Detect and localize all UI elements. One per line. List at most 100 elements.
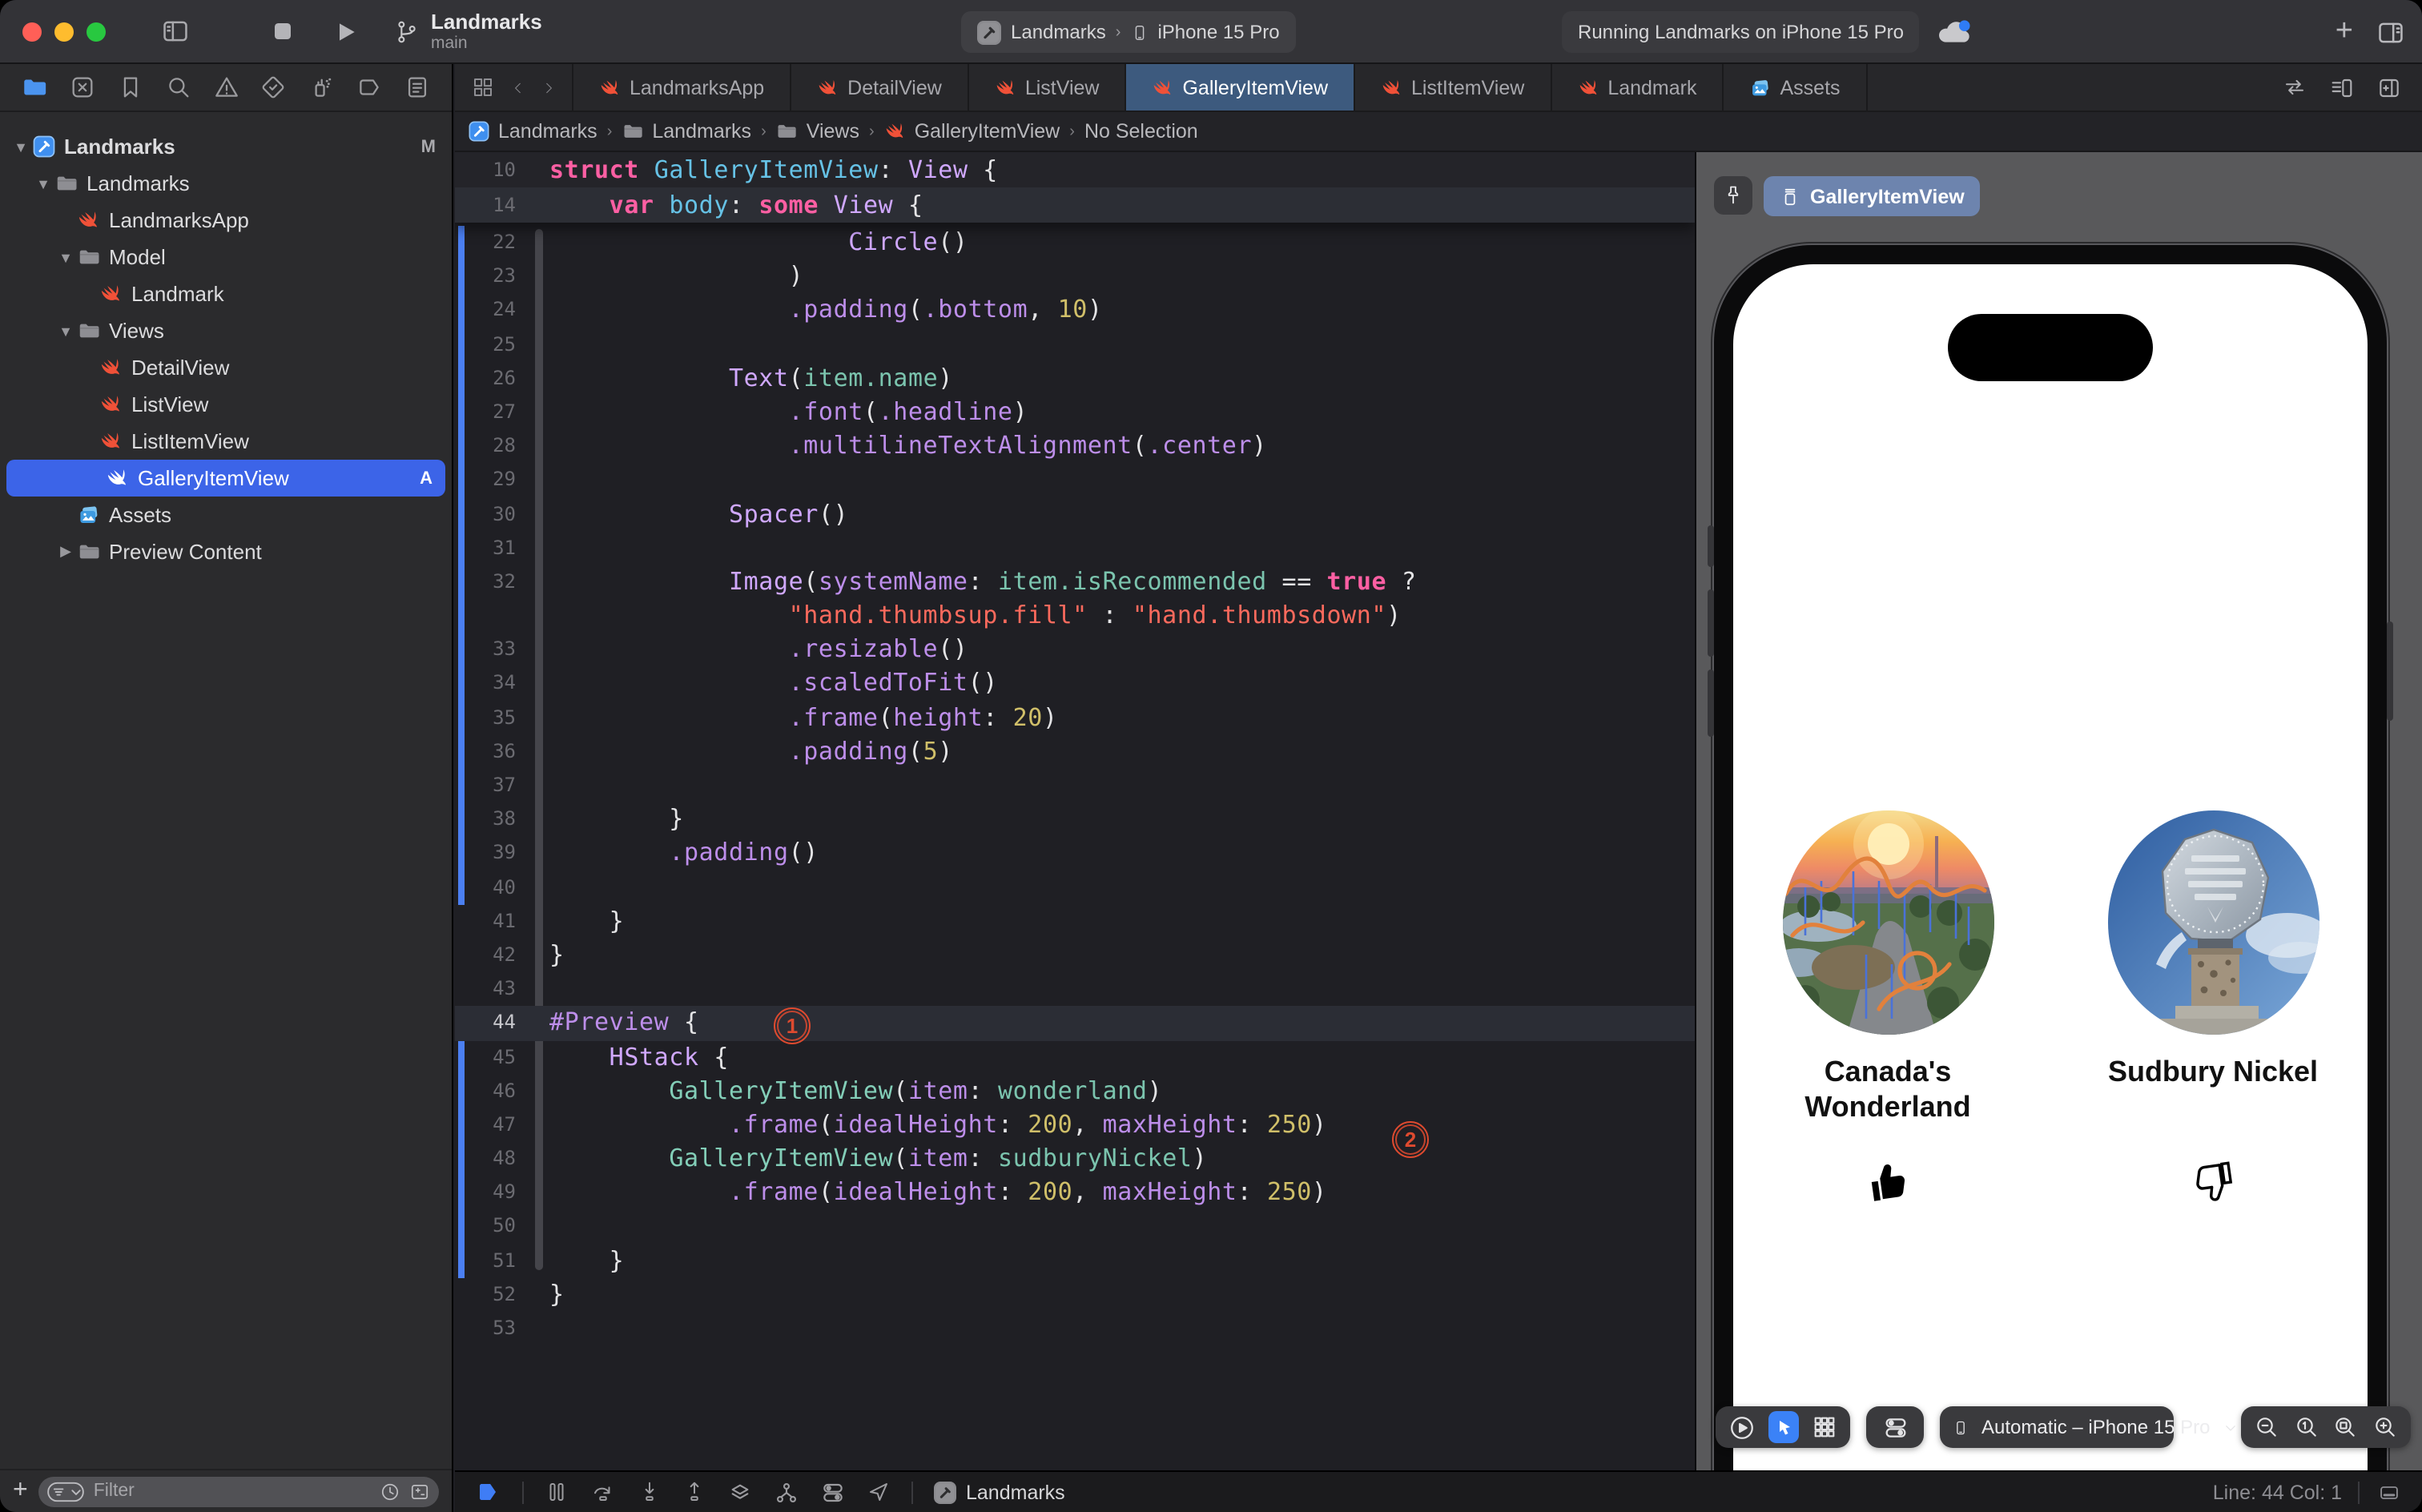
- flags-filter-icon[interactable]: [408, 1481, 431, 1502]
- swap-editor-icon[interactable]: [2281, 75, 2308, 99]
- sidebar-item-listview[interactable]: ListView: [0, 386, 452, 423]
- code-line-48[interactable]: 48 GalleryItemView(item: sudburyNickel): [455, 1142, 1695, 1176]
- disclosure-down-icon[interactable]: ▼: [58, 249, 74, 265]
- issues-icon[interactable]: [212, 74, 239, 101]
- project-navigator-icon[interactable]: [21, 74, 48, 101]
- code-line-wrap[interactable]: "hand.thumbsup.fill" : "hand.thumbsdown"…: [455, 599, 1695, 633]
- sidebar-item-landmarks[interactable]: ▼ Landmarks M: [0, 128, 452, 165]
- step-into-icon[interactable]: [638, 1480, 662, 1504]
- code-line-40[interactable]: 40: [455, 871, 1695, 905]
- tab-detailview[interactable]: DetailView: [791, 64, 969, 111]
- breadcrumb-item[interactable]: Landmarks: [468, 120, 597, 143]
- tab-landmark[interactable]: Landmark: [1551, 64, 1724, 111]
- preview-target-chip[interactable]: GalleryItemView: [1764, 176, 1981, 216]
- zoom-button[interactable]: [86, 22, 106, 41]
- code-line-51[interactable]: 51 }: [455, 1244, 1695, 1279]
- tab-assets[interactable]: Assets: [1724, 64, 1868, 111]
- sidebar-item-galleryitemview[interactable]: GalleryItemView A: [6, 460, 445, 497]
- adjust-editor-options-icon[interactable]: [2327, 74, 2356, 100]
- code-line-26[interactable]: 26 Text(item.name): [455, 361, 1695, 396]
- preview-destination-pill[interactable]: Automatic – iPhone 15 Pro: [1940, 1406, 2235, 1448]
- bookmarks-icon[interactable]: [117, 74, 144, 101]
- breadcrumb-item[interactable]: Landmarks: [622, 120, 751, 143]
- code-line-30[interactable]: 30 Spacer(): [455, 497, 1695, 532]
- breakpoints-toggle-button[interactable]: [474, 1480, 501, 1504]
- filter-menu-icon[interactable]: [47, 1481, 86, 1502]
- scheme-selector[interactable]: Landmarks › iPhone 15 Pro: [961, 11, 1296, 53]
- sidebar-item-model[interactable]: ▼ Model: [0, 239, 452, 275]
- code-line-43[interactable]: 43: [455, 972, 1695, 1006]
- code-line-49[interactable]: 49 .frame(idealHeight: 200, maxHeight: 2…: [455, 1176, 1695, 1211]
- step-out-icon[interactable]: [682, 1480, 706, 1504]
- code-line-50[interactable]: 50: [455, 1209, 1695, 1245]
- tab-galleryitemview[interactable]: GalleryItemView: [1126, 64, 1356, 111]
- zoom-100-button[interactable]: [2293, 1414, 2319, 1440]
- related-items-icon[interactable]: [471, 75, 495, 99]
- disclosure-right-icon[interactable]: ▶: [58, 543, 74, 561]
- filter-field[interactable]: Filter: [38, 1476, 439, 1506]
- view-hierarchy-icon[interactable]: [727, 1479, 753, 1505]
- sidebar-item-assets[interactable]: Assets: [0, 497, 452, 533]
- code-line-33[interactable]: 33 .resizable(): [455, 633, 1695, 668]
- code-line-31[interactable]: 31: [455, 531, 1695, 566]
- zoom-fit-button[interactable]: [2333, 1414, 2359, 1440]
- code-line-34[interactable]: 34 .scaledToFit(): [455, 666, 1695, 702]
- stop-button[interactable]: [271, 19, 295, 43]
- reports-icon[interactable]: [404, 74, 431, 101]
- pause-button[interactable]: [545, 1480, 569, 1504]
- forward-icon[interactable]: [541, 76, 556, 99]
- minimize-button[interactable]: [54, 22, 74, 41]
- code-line-52[interactable]: 52}: [455, 1278, 1695, 1312]
- code-line-29[interactable]: 29: [455, 463, 1695, 498]
- code-line-45[interactable]: 45 HStack {: [455, 1040, 1695, 1075]
- code-line-27[interactable]: 27 .font(.headline): [455, 395, 1695, 430]
- debug-icon[interactable]: [308, 74, 336, 101]
- breadcrumb-item[interactable]: No Selection: [1084, 120, 1198, 143]
- close-button[interactable]: [22, 22, 42, 41]
- code-line-24[interactable]: 24 .padding(.bottom, 10): [455, 293, 1695, 328]
- recents-clock-icon[interactable]: [380, 1481, 400, 1502]
- source-editor[interactable]: 10 struct GalleryItemView: View {14 var b…: [455, 152, 1695, 1470]
- code-line-47[interactable]: 47 .frame(idealHeight: 200, maxHeight: 2…: [455, 1108, 1695, 1143]
- memory-graph-icon[interactable]: [774, 1479, 799, 1505]
- live-preview-button[interactable]: [1728, 1413, 1756, 1441]
- sidebar-item-landmark[interactable]: Landmark: [0, 275, 452, 312]
- disclosure-down-icon[interactable]: ▼: [58, 323, 74, 339]
- tab-listitemview[interactable]: ListItemView: [1355, 64, 1552, 111]
- back-icon[interactable]: [511, 76, 525, 99]
- code-line-10[interactable]: 10 struct GalleryItemView: View {: [455, 152, 1695, 187]
- run-button[interactable]: [333, 18, 359, 44]
- selectable-mode-button[interactable]: [1768, 1411, 1799, 1443]
- sidebar-item-listitemview[interactable]: ListItemView: [0, 423, 452, 460]
- source-control-icon[interactable]: [69, 74, 96, 101]
- sidebar-item-views[interactable]: ▼ Views: [0, 312, 452, 349]
- code-line-37[interactable]: 37: [455, 769, 1695, 803]
- code-line-22[interactable]: 22 Circle(): [455, 226, 1695, 260]
- code-line-46[interactable]: 46 GalleryItemView(item: wonderland): [455, 1074, 1695, 1109]
- code-line-38[interactable]: 38 }: [455, 802, 1695, 838]
- sidebar-item-preview-content[interactable]: ▶ Preview Content: [0, 533, 452, 570]
- disclosure-down-icon[interactable]: ▼: [13, 139, 29, 155]
- keyboard-indicator-icon[interactable]: [2376, 1481, 2403, 1503]
- tab-landmarksapp[interactable]: LandmarksApp: [572, 64, 792, 111]
- code-line-14[interactable]: 14 var body: some View {: [455, 187, 1695, 223]
- code-line-32[interactable]: 32 Image(systemName: item.isRecommended …: [455, 565, 1695, 600]
- toggle-left-sidebar-icon[interactable]: [160, 16, 191, 46]
- code-line-28[interactable]: 28 .multilineTextAlignment(.center): [455, 429, 1695, 464]
- code-line-25[interactable]: 25: [455, 328, 1695, 362]
- simulate-location-icon[interactable]: [867, 1480, 891, 1504]
- tab-listview[interactable]: ListView: [969, 64, 1127, 111]
- add-file-button[interactable]: +: [13, 1477, 28, 1506]
- disclosure-down-icon[interactable]: ▼: [35, 175, 51, 191]
- breakpoints-icon[interactable]: [356, 74, 383, 101]
- add-editor-icon[interactable]: [2376, 74, 2403, 100]
- code-line-41[interactable]: 41 }: [455, 905, 1695, 939]
- code-line-39[interactable]: 39 .padding(): [455, 836, 1695, 871]
- environment-overrides-icon[interactable]: [820, 1479, 846, 1505]
- find-icon[interactable]: [164, 74, 191, 101]
- code-line-35[interactable]: 35 .frame(height: 20): [455, 701, 1695, 736]
- pin-preview-button[interactable]: [1714, 176, 1752, 215]
- code-line-36[interactable]: 36 .padding(5): [455, 734, 1695, 770]
- code-line-23[interactable]: 23 ): [455, 259, 1695, 295]
- sidebar-item-landmarks[interactable]: ▼ Landmarks: [0, 165, 452, 202]
